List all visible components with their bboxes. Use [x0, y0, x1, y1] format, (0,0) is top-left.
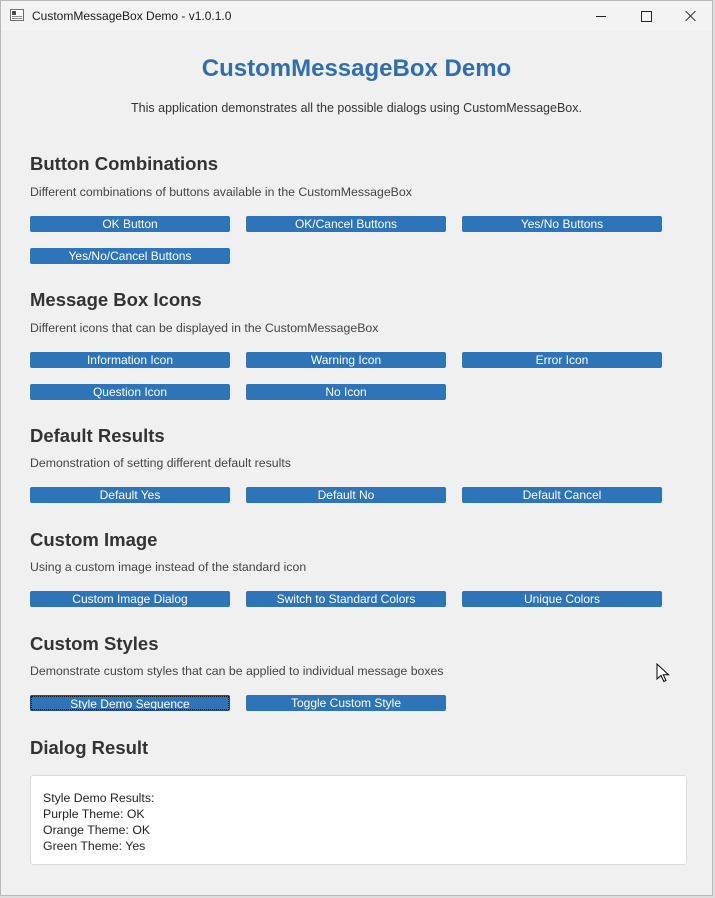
- error-icon-button[interactable]: Error Icon: [462, 352, 662, 368]
- section-desc-custom-image: Using a custom image instead of the stan…: [30, 560, 307, 574]
- section-desc-button-combinations: Different combinations of buttons availa…: [30, 185, 412, 199]
- close-icon: [685, 10, 697, 22]
- section-title-icons: Message Box Icons: [30, 289, 202, 310]
- page-title: CustomMessageBox Demo: [201, 55, 512, 82]
- app-icon: [10, 9, 24, 21]
- yes-no-buttons-button[interactable]: Yes/No Buttons: [462, 216, 662, 232]
- result-line: Purple Theme: OK: [43, 807, 145, 821]
- section-desc-icons: Different icons that can be displayed in…: [30, 321, 379, 335]
- section-title-button-combinations: Button Combinations: [30, 153, 219, 174]
- switch-to-standard-colors-button[interactable]: Switch to Standard Colors: [246, 591, 446, 607]
- app-window: CustomMessageBox Demo - v1.0.1.0 CustomM…: [0, 0, 713, 896]
- maximize-icon: [640, 10, 652, 22]
- page-subtitle: This application demonstrates all the po…: [131, 101, 582, 115]
- default-yes-button[interactable]: Default Yes: [30, 487, 230, 503]
- section-desc-default-results: Demonstration of setting different defau…: [30, 456, 291, 470]
- result-line: Green Theme: Yes: [43, 839, 146, 853]
- section-title-dialog-result: Dialog Result: [30, 737, 149, 758]
- result-line: Style Demo Results:: [43, 791, 155, 805]
- minimize-icon: [596, 15, 606, 17]
- dialog-result-box: Style Demo Results: Purple Theme: OK Ora…: [30, 775, 687, 865]
- section-title-custom-styles: Custom Styles: [30, 633, 159, 654]
- default-no-button[interactable]: Default No: [246, 487, 446, 503]
- result-line: Orange Theme: OK: [43, 823, 151, 837]
- default-cancel-button[interactable]: Default Cancel: [462, 487, 662, 503]
- unique-colors-button[interactable]: Unique Colors: [462, 591, 662, 607]
- ok-button[interactable]: OK Button: [30, 216, 230, 232]
- section-title-default-results: Default Results: [30, 425, 165, 446]
- toggle-custom-style-button[interactable]: Toggle Custom Style: [246, 695, 446, 711]
- mouse-cursor-icon: [656, 663, 670, 683]
- window-title: CustomMessageBox Demo - v1.0.1.0: [32, 9, 232, 23]
- close-button[interactable]: [668, 1, 714, 31]
- section-title-custom-image: Custom Image: [30, 529, 158, 550]
- ok-cancel-buttons-button[interactable]: OK/Cancel Buttons: [246, 216, 446, 232]
- style-demo-sequence-button[interactable]: Style Demo Sequence: [30, 695, 230, 711]
- question-icon-button[interactable]: Question Icon: [30, 384, 230, 400]
- main-content: CustomMessageBox Demo This application d…: [1, 31, 712, 895]
- no-icon-button[interactable]: No Icon: [246, 384, 446, 400]
- minimize-button[interactable]: [578, 1, 624, 31]
- warning-icon-button[interactable]: Warning Icon: [246, 352, 446, 368]
- yes-no-cancel-buttons-button[interactable]: Yes/No/Cancel Buttons: [30, 248, 230, 264]
- custom-image-dialog-button[interactable]: Custom Image Dialog: [30, 591, 230, 607]
- section-desc-custom-styles: Demonstrate custom styles that can be ap…: [30, 664, 444, 678]
- maximize-button[interactable]: [623, 1, 669, 31]
- title-bar[interactable]: CustomMessageBox Demo - v1.0.1.0: [1, 1, 712, 31]
- information-icon-button[interactable]: Information Icon: [30, 352, 230, 368]
